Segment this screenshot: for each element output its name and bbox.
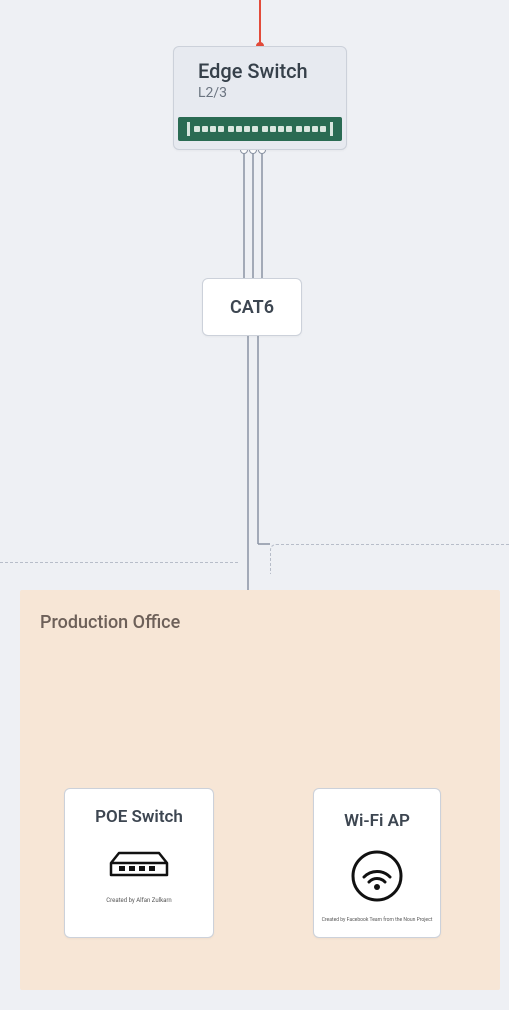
switch-icon [107,849,171,883]
wifi-title: Wi-Fi AP [314,811,440,831]
node-poe-switch[interactable]: POE Switch Created by Alfan Zulkarn [64,788,214,938]
node-edge-switch[interactable]: Edge Switch L2/3 [173,46,347,150]
region-border-left [0,562,238,563]
node-cat6[interactable]: CAT6 [202,278,302,336]
switch-hardware-icon [178,117,342,141]
diagram-canvas[interactable]: Edge Switch L2/3 CAT6 Production Office … [0,0,509,1010]
wifi-credit: Created by Facebook Team from the Noun P… [314,917,440,923]
poe-title: POE Switch [65,807,213,827]
region-border-right [270,544,509,574]
zone-label: Production Office [40,612,180,633]
wifi-icon [350,849,404,907]
poe-credit: Created by Alfan Zulkarn [65,897,213,904]
cat6-title: CAT6 [230,297,274,318]
edge-switch-title: Edge Switch [174,59,346,83]
edge-switch-subtitle: L2/3 [174,85,346,101]
node-wifi-ap[interactable]: Wi-Fi AP Created by Facebook Team from t… [313,788,441,938]
